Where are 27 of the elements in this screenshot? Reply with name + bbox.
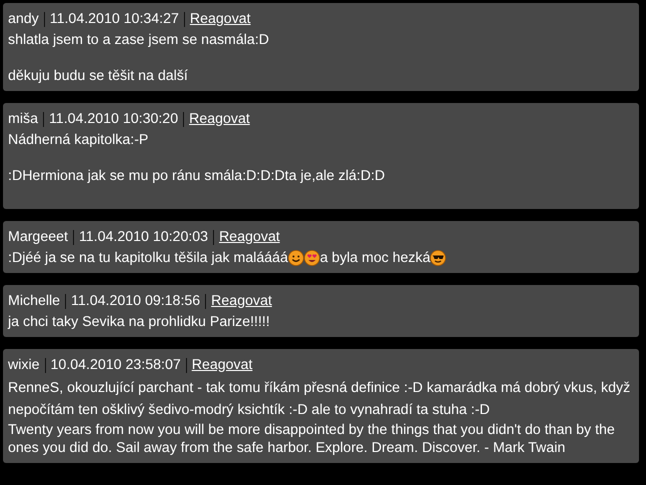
author-name: andy xyxy=(8,12,40,26)
reply-link[interactable]: Reagovat xyxy=(205,294,277,308)
comment-text: :Djéé ja se na tu kapitolku těšila jak maláááá xyxy=(8,249,288,267)
author-name: Michelle xyxy=(8,294,62,308)
comment-date: 11.04.2010 10:34:27 xyxy=(44,12,184,26)
author-name: miša xyxy=(8,112,39,126)
reply-link[interactable]: Reagovat xyxy=(213,230,285,244)
comment-text: Nádherná kapitolka:-P xyxy=(8,131,150,149)
comment-text: Twenty years from now you will be more disappointed by the things that you didn't do than by the ones you did do. Sail away from the safe harbor. Explore. Dream. Discover. - Mark Twain xyxy=(8,421,616,457)
comment-date: 11.04.2010 10:20:03 xyxy=(72,230,214,244)
smiley-icon xyxy=(288,250,304,266)
sunglasses-icon xyxy=(430,250,446,266)
reply-link[interactable]: Reagovat xyxy=(183,112,255,126)
reply-link[interactable]: Reagovat xyxy=(184,12,256,26)
comment-text: shlatla jsem to a zase jsem se nasmála:D xyxy=(8,31,270,49)
author-name: Margeeet xyxy=(8,230,69,244)
comment-text: a byla moc hezká xyxy=(320,249,430,267)
comment-text: děkuju budu se těšit na další xyxy=(8,67,189,85)
author-name: wixie xyxy=(8,358,41,372)
comment-date: 10.04.2010 23:58:07 xyxy=(44,358,186,372)
comment-text: ja chci taky Sevika na prohlidku Parize!!!!! xyxy=(8,313,271,331)
comment-text: RenneS, okouzlující parchant - tak tomu říkám přesná definice :-D kamarádka má dobrý vkus, když nepočítám ten ošklivý šedivo-modrý ksichtík :-D ale to vynahradí ta stuha :-D xyxy=(8,379,632,420)
comment-date: 11.04.2010 10:30:20 xyxy=(42,112,184,126)
heart-eyes-icon xyxy=(304,250,320,266)
comment-date: 11.04.2010 09:18:56 xyxy=(65,294,206,308)
comment-text: :DHermiona jak se mu po ránu smála:D:D:Dta je,ale zlá:D:D xyxy=(8,167,386,185)
reply-link[interactable]: Reagovat xyxy=(186,358,258,372)
